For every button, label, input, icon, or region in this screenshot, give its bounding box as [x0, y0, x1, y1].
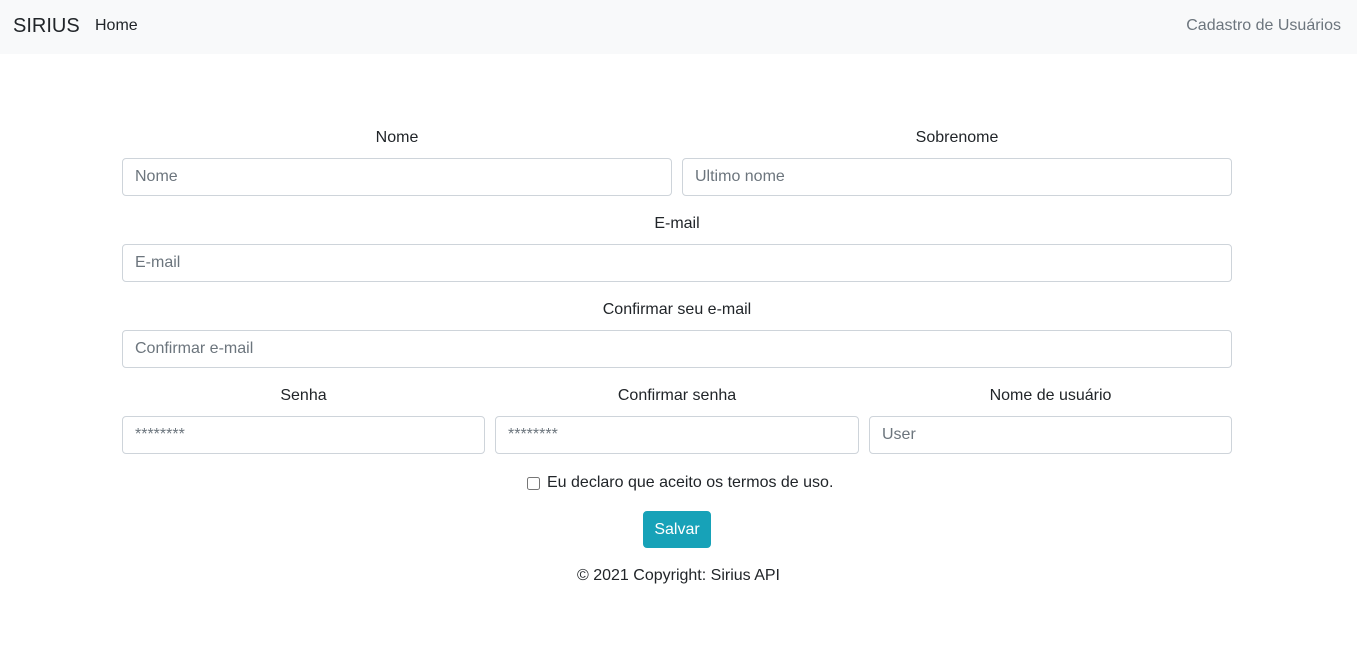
terms-row: Eu declaro que aceito os termos de uso. — [527, 472, 833, 494]
email-label: E-mail — [654, 215, 700, 232]
terms-label: Eu declaro que aceito os termos de uso. — [547, 474, 834, 491]
last-name-label: Sobrenome — [915, 129, 999, 146]
footer-copyright: © 2021 Copyright: Sirius API — [577, 567, 780, 584]
last-name-input[interactable] — [682, 158, 1232, 196]
first-name-input[interactable] — [122, 158, 672, 196]
username-input[interactable] — [869, 416, 1232, 454]
navbar: SIRIUS Home Cadastro de Usuários — [0, 0, 1357, 54]
confirm-password-label: Confirmar senha — [617, 387, 737, 404]
terms-checkbox[interactable] — [527, 476, 540, 490]
confirm-email-label: Confirmar seu e-mail — [602, 301, 752, 318]
password-input[interactable] — [122, 416, 485, 454]
password-label: Senha — [280, 387, 327, 404]
email-input[interactable] — [122, 244, 1232, 282]
save-button[interactable]: Salvar — [643, 511, 711, 548]
first-name-label: Nome — [375, 129, 419, 146]
confirm-password-input[interactable] — [495, 416, 859, 454]
username-label: Nome de usuário — [989, 387, 1112, 404]
navbar-brand[interactable]: SIRIUS — [13, 15, 80, 38]
nav-link-cadastro[interactable]: Cadastro de Usuários — [1186, 17, 1341, 35]
confirm-email-input[interactable] — [122, 330, 1232, 368]
nav-link-home[interactable]: Home — [95, 17, 138, 35]
